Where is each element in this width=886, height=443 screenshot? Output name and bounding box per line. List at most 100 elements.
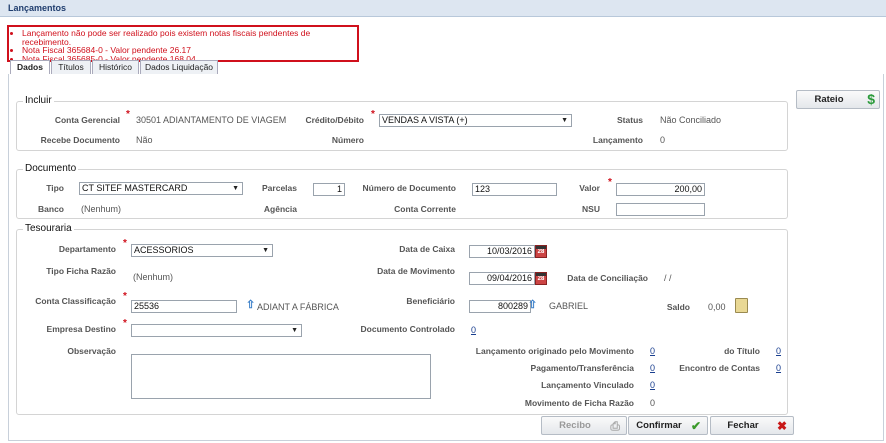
chevron-down-icon: ▼	[561, 117, 568, 124]
conta-classificacao-input[interactable]: 25536	[131, 300, 237, 313]
lancamento-value: 0	[660, 135, 666, 145]
tab-bar: Dados Títulos Histórico Dados Liquidação	[8, 60, 882, 75]
conta-gerencial-label: Conta Gerencial	[54, 115, 120, 125]
lanc-originado-link[interactable]: 0	[650, 346, 655, 356]
print-icon: ⎙	[610, 419, 620, 433]
tab-historico[interactable]: Histórico	[92, 60, 139, 74]
recebe-documento-value: Não	[136, 135, 153, 145]
saldo-label: Saldo	[666, 302, 690, 312]
incluir-legend: Incluir	[23, 95, 54, 106]
empresa-destino-select[interactable]: ▼	[131, 324, 302, 337]
confirmar-button[interactable]: Confirmar ✔	[628, 416, 708, 435]
arrow-up-icon[interactable]: ⇧	[246, 298, 255, 311]
tipo-select[interactable]: CT SITEF MASTERCARD ▼	[79, 182, 243, 195]
beneficiario-input[interactable]: 800289	[469, 300, 531, 313]
pagamento-label: Pagamento/Transferência	[530, 363, 634, 373]
parcelas-input[interactable]: 1	[313, 183, 345, 196]
empresa-destino-label: Empresa Destino	[46, 324, 116, 334]
chevron-down-icon: ▼	[232, 185, 239, 192]
numero-documento-label: Número de Documento	[362, 183, 456, 193]
error-message: Lançamento não pode ser realizado pois e…	[22, 29, 357, 46]
chevron-down-icon: ▼	[291, 327, 298, 334]
recebe-documento-label: Recebe Documento	[40, 135, 120, 145]
conta-corrente-label: Conta Corrente	[394, 204, 456, 214]
required-marker: *	[123, 291, 127, 302]
fechar-button[interactable]: Fechar ✖	[710, 416, 794, 435]
tesouraria-legend: Tesouraria	[23, 223, 74, 234]
tab-dados[interactable]: Dados	[10, 60, 50, 75]
credito-debito-selected: VENDAS A VISTA (+)	[382, 115, 468, 125]
departamento-select[interactable]: ACESSORIOS ▼	[131, 244, 273, 257]
observacao-textarea[interactable]	[131, 354, 431, 399]
mov-ficha-value: 0	[650, 398, 656, 408]
required-marker: *	[123, 318, 127, 329]
tipo-ficha-label: Tipo Ficha Razão	[46, 266, 116, 276]
recibo-button[interactable]: Recibo ⎙	[541, 416, 627, 435]
lanc-originado-label: Lançamento originado pelo Movimento	[475, 346, 634, 356]
status-label: Status	[617, 115, 643, 125]
documento-controlado-label: Documento Controlado	[360, 324, 455, 334]
lanc-vinculado-link[interactable]: 0	[650, 380, 655, 390]
beneficiario-name: GABRIEL	[549, 301, 589, 311]
observacao-label: Observação	[67, 346, 116, 356]
saldo-value: 0,00	[708, 302, 726, 312]
fechar-label: Fechar	[727, 420, 759, 431]
calendar-icon[interactable]: 28	[535, 245, 547, 258]
conta-gerencial-value: 30501 ADIANTAMENTO DE VIAGEM	[136, 115, 287, 125]
pagamento-link[interactable]: 0	[650, 363, 655, 373]
documento-controlado-link[interactable]: 0	[471, 325, 476, 335]
check-icon: ✔	[690, 419, 701, 433]
window-titlebar: Lançamentos	[0, 0, 886, 17]
credito-debito-label: Crédito/Débito	[305, 115, 364, 125]
data-conciliacao-label: Data de Conciliação	[567, 273, 648, 283]
window-title: Lançamentos	[8, 3, 67, 13]
required-marker: *	[123, 238, 127, 249]
money-icon: $	[867, 91, 875, 107]
data-caixa-input[interactable]: 10/03/2016	[469, 245, 535, 258]
tipo-selected: CT SITEF MASTERCARD	[82, 183, 188, 193]
required-marker: *	[608, 177, 612, 188]
conta-classificacao-desc: ADIANT A FÁBRICA	[257, 302, 339, 312]
close-icon: ✖	[776, 419, 787, 433]
tipo-label: Tipo	[46, 183, 64, 193]
tab-titulos[interactable]: Títulos	[51, 60, 91, 74]
lanc-vinculado-label: Lançamento Vinculado	[541, 380, 634, 390]
do-titulo-link[interactable]: 0	[776, 346, 781, 356]
numero-documento-input[interactable]: 123	[472, 183, 557, 196]
tipo-ficha-value: (Nenhum)	[133, 272, 174, 282]
calendar-icon[interactable]: 28	[535, 272, 547, 285]
chevron-down-icon: ▼	[262, 247, 269, 254]
mov-ficha-label: Movimento de Ficha Razão	[524, 398, 634, 408]
departamento-selected: ACESSORIOS	[134, 245, 194, 255]
numero-label: Número	[331, 135, 364, 145]
data-conciliacao-value: / /	[664, 273, 672, 283]
conta-classificacao-label: Conta Classificação	[35, 296, 116, 306]
rateio-button[interactable]: Rateio $	[796, 90, 880, 109]
data-movimento-label: Data de Movimento	[377, 266, 455, 276]
lancamento-label: Lançamento	[592, 135, 643, 145]
required-marker: *	[371, 109, 375, 120]
clipboard-icon[interactable]	[735, 298, 748, 313]
nsu-label: NSU	[582, 204, 600, 214]
documento-legend: Documento	[23, 163, 79, 174]
valor-input[interactable]: 200,00	[616, 183, 705, 196]
do-titulo-label: do Título	[724, 346, 760, 356]
confirmar-label: Confirmar	[636, 420, 682, 431]
banco-label: Banco	[38, 204, 64, 214]
rateio-label: Rateio	[814, 94, 844, 105]
data-movimento-input[interactable]: 09/04/2016	[469, 272, 535, 285]
agencia-label: Agência	[263, 204, 297, 214]
arrow-up-icon[interactable]: ⇧	[528, 298, 537, 311]
required-marker: *	[126, 109, 130, 120]
credito-debito-select[interactable]: VENDAS A VISTA (+) ▼	[379, 114, 572, 127]
nsu-input[interactable]	[616, 203, 705, 216]
encontro-link[interactable]: 0	[776, 363, 781, 373]
banco-value: (Nenhum)	[81, 204, 122, 214]
parcelas-label: Parcelas	[262, 183, 297, 193]
error-message-box: Lançamento não pode ser realizado pois e…	[7, 25, 359, 63]
tab-dados-liquidacao[interactable]: Dados Liquidação	[140, 60, 218, 74]
departamento-label: Departamento	[58, 244, 116, 254]
data-caixa-label: Data de Caixa	[399, 244, 455, 254]
beneficiario-label: Beneficiário	[406, 296, 455, 306]
encontro-label: Encontro de Contas	[679, 363, 760, 373]
